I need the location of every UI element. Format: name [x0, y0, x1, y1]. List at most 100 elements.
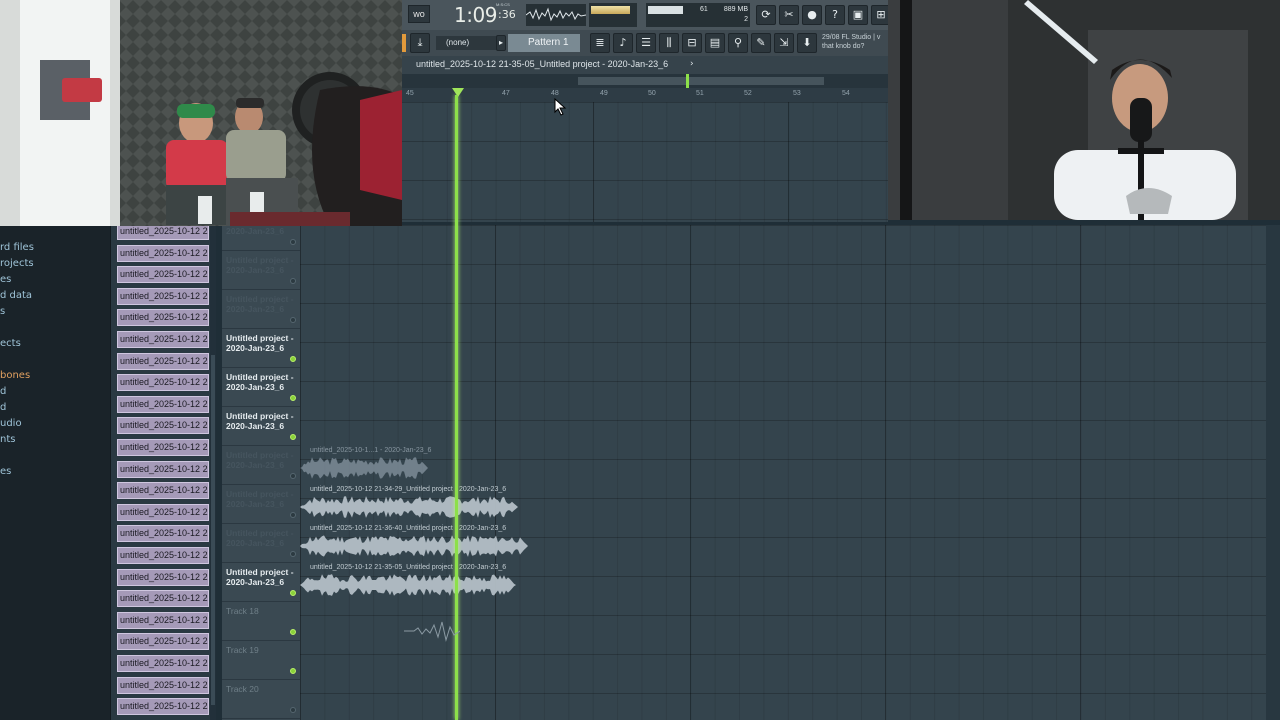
track-mute-led[interactable] [290, 395, 296, 401]
playlist-scrollbar[interactable] [1266, 225, 1280, 720]
audio-clip[interactable]: untitled_2025-10-12 21-36-40_Untitled pr… [300, 525, 528, 562]
picker-clip-item[interactable]: untitled_2025-10-12 21-... [117, 482, 209, 500]
picker-clip-item[interactable]: untitled_2025-10-12 21-... [117, 525, 209, 543]
picker-scroll-thumb[interactable] [211, 355, 215, 705]
picker-clip-item[interactable]: untitled_2025-10-12 21-... [117, 309, 209, 327]
track-header[interactable]: Untitled project - 2020-Jan-23_6 [222, 329, 300, 368]
picker-clip-item[interactable]: untitled_2025-10-12 21-... [117, 503, 209, 521]
track-mute-led[interactable] [290, 512, 296, 518]
track-header[interactable]: Untitled project - 2020-Jan-23_6 [222, 251, 300, 290]
track-name: Untitled project - 2020-Jan-23_6 [226, 372, 294, 392]
pattern-prev-icon[interactable]: ▸ [496, 35, 506, 51]
horizontal-scroll-thumb[interactable] [578, 77, 824, 85]
track-mute-led[interactable] [290, 590, 296, 596]
hint-bar: 29/08 FL Studio | v that knob do? [822, 33, 886, 51]
playlist-horizontal-scroll[interactable] [402, 74, 888, 88]
mixer-icon[interactable]: ⫼ [659, 33, 679, 53]
cut-icon[interactable]: ✂ [779, 5, 799, 25]
snap-select[interactable]: (none) [436, 36, 496, 50]
browser-item[interactable]: bones [0, 370, 30, 381]
track-mute-led[interactable] [290, 473, 296, 479]
browser-item[interactable]: es [0, 466, 11, 477]
browser-item[interactable]: d [0, 402, 6, 413]
microphone-icon[interactable]: ● [802, 5, 822, 25]
browser-item[interactable]: rd files [0, 242, 34, 253]
picker-clip-item[interactable]: untitled_2025-10-12 21-... [117, 374, 209, 392]
track-mute-led[interactable] [290, 356, 296, 362]
track-header[interactable]: Untitled project - 2020-Jan-23_6 [222, 524, 300, 563]
track-mute-led[interactable] [290, 707, 296, 713]
piano-roll-icon[interactable]: ♪ [613, 33, 633, 53]
track-mute-led[interactable] [290, 629, 296, 635]
track-mute-led[interactable] [290, 317, 296, 323]
picker-clip-item[interactable]: untitled_2025-10-12 21-... [117, 287, 209, 305]
refresh-icon[interactable]: ⟳ [756, 5, 776, 25]
picker-clip-item[interactable]: untitled_2025-10-12 21-... [117, 244, 209, 262]
browser-icon[interactable]: ⊟ [682, 33, 702, 53]
track-header[interactable]: Untitled project - 2020-Jan-23_6 [222, 407, 300, 446]
picker-clip-item[interactable]: untitled_2025-10-12 21-... [117, 676, 209, 694]
picker-clip-item[interactable]: untitled_2025-10-12 21-... [117, 266, 209, 284]
track-header[interactable]: Untitled project - 2020-Jan-23_6 [222, 368, 300, 407]
browser-item[interactable]: es [0, 274, 11, 285]
project-icon[interactable]: ▤ [705, 33, 725, 53]
browser-item[interactable]: udio [0, 418, 22, 429]
browser-item[interactable]: s [0, 306, 5, 317]
record-mode-button[interactable]: wo [408, 5, 430, 23]
browser-item[interactable]: ects [0, 338, 21, 349]
playhead-marker-icon[interactable] [452, 88, 464, 98]
title-arrow-icon[interactable]: › [690, 59, 694, 69]
playlist-icon[interactable]: ≣ [590, 33, 610, 53]
track-headers: Untitled project - 2020-Jan-23_6 Untitled… [222, 216, 300, 720]
plugin-icon[interactable]: ⊞ [871, 5, 888, 25]
picker-clip-item[interactable]: untitled_2025-10-12 21-... [117, 460, 209, 478]
track-mute-led[interactable] [290, 668, 296, 674]
playlist-grid-top[interactable] [402, 102, 888, 222]
tray-icon[interactable]: ⤓ [410, 33, 430, 53]
track-header[interactable]: Track 18 [222, 602, 300, 641]
track-header[interactable]: Untitled project - 2020-Jan-23_6 [222, 290, 300, 329]
audio-clip[interactable]: untitled_2025-10-12 21-35-05_Untitled pr… [300, 564, 516, 601]
browser-item[interactable]: rojects [0, 258, 34, 269]
audio-clip[interactable]: untitled_2025-10-1...1 - 2020-Jan-23_6 [300, 447, 431, 484]
picker-clip-item[interactable]: untitled_2025-10-12 21-... [117, 655, 209, 672]
picker-clip-item[interactable]: untitled_2025-10-12 21-... [117, 568, 209, 586]
timeline-ruler[interactable]: 45 47 48 49 50 51 52 53 54 [402, 88, 888, 102]
picker-clip-item[interactable]: untitled_2025-10-12 21-... [117, 698, 209, 716]
picker-scrollbar[interactable] [210, 225, 216, 720]
tools-icon[interactable]: ✎ [751, 33, 771, 53]
playlist-titlebar[interactable]: untitled_2025-10-12 21-35-05_Untitled pr… [402, 56, 888, 74]
picker-clip-item[interactable]: untitled_2025-10-12 21-... [117, 611, 209, 629]
time-display[interactable]: 1:09 [454, 3, 497, 27]
track-header[interactable]: Track 19 [222, 641, 300, 680]
track-header[interactable]: Track 20 [222, 680, 300, 719]
picker-clip-item[interactable]: untitled_2025-10-12 21-... [117, 547, 209, 564]
browser-item[interactable]: nts [0, 434, 15, 445]
picker-clip-item[interactable]: untitled_2025-10-12 21-... [117, 633, 209, 651]
link-icon[interactable]: ⇲ [774, 33, 794, 53]
save-icon[interactable]: ▣ [848, 5, 868, 25]
help-icon[interactable]: ? [825, 5, 845, 25]
track-header[interactable]: Untitled project - 2020-Jan-23_6 [222, 485, 300, 524]
track-mute-led[interactable] [290, 434, 296, 440]
track-header[interactable]: Untitled project - 2020-Jan-23_6 [222, 446, 300, 485]
track-mute-led[interactable] [290, 239, 296, 245]
track-mute-led[interactable] [290, 278, 296, 284]
picker-clip-item[interactable]: untitled_2025-10-12 21-... [117, 590, 209, 608]
picker-clip-item[interactable]: untitled_2025-10-12 21-... [117, 352, 209, 370]
picker-clip-item[interactable]: untitled_2025-10-12 21-... [117, 331, 209, 348]
browser-item[interactable]: d data [0, 290, 32, 301]
track-header[interactable]: Untitled project - 2020-Jan-23_6 [222, 563, 300, 602]
browser-panel: rd files rojects es d data s ects bones d d udio n… [0, 225, 110, 720]
plugin-database-icon[interactable]: ⚲ [728, 33, 748, 53]
pattern-select[interactable]: Pattern 1 [508, 34, 580, 52]
ruler-bar-number: 52 [744, 90, 752, 97]
audio-clip[interactable]: untitled_2025-10-12 21-34-29_Untitled pr… [300, 486, 518, 523]
picker-clip-item[interactable]: untitled_2025-10-12 21-... [117, 417, 209, 435]
picker-clip-item[interactable]: untitled_2025-10-12 21-... [117, 439, 209, 456]
track-mute-led[interactable] [290, 551, 296, 557]
download-icon[interactable]: ⬇ [797, 33, 817, 53]
channel-rack-icon[interactable]: ☰ [636, 33, 656, 53]
picker-clip-item[interactable]: untitled_2025-10-12 21-... [117, 395, 209, 413]
browser-item[interactable]: d [0, 386, 6, 397]
